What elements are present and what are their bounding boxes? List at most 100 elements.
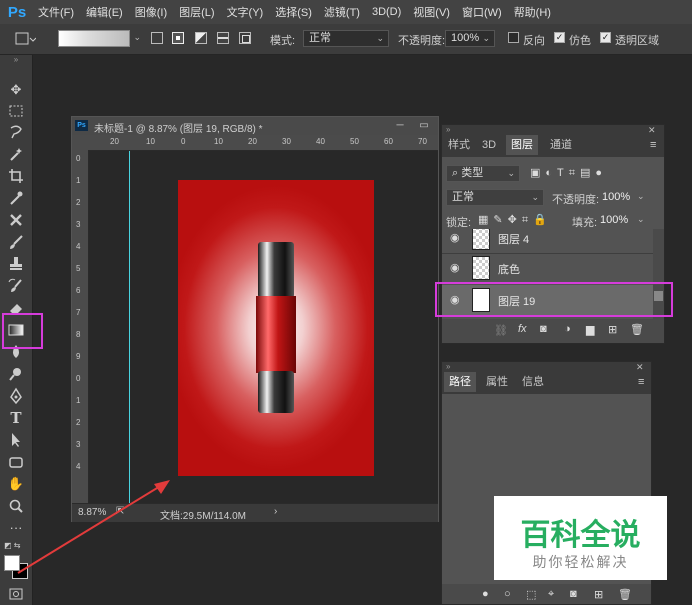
tab-properties[interactable]: 属性 <box>482 372 512 392</box>
healing-brush-tool-icon[interactable] <box>7 211 25 229</box>
hand-tool-icon[interactable]: ✋ <box>7 475 25 493</box>
reflected-gradient-button[interactable] <box>217 32 229 44</box>
horizontal-ruler[interactable]: 20 10 0 10 20 30 40 50 60 70 <box>88 135 438 151</box>
opacity-input[interactable]: 100% ⌄ <box>445 30 495 47</box>
dither-checkbox[interactable]: ✓ <box>554 32 565 43</box>
collapse-icon[interactable]: » <box>446 125 450 134</box>
share-icon[interactable]: ⇱ <box>116 506 124 517</box>
collapse-icon[interactable]: » <box>446 362 450 371</box>
make-path-icon[interactable]: ⌖ <box>548 588 554 601</box>
menu-file[interactable]: 文件(F) <box>32 4 80 20</box>
tool-preset-picker[interactable] <box>14 31 36 47</box>
menu-type[interactable]: 文字(Y) <box>221 4 270 20</box>
lock-icons[interactable]: ▦✎✥⌗🔒 <box>478 213 552 227</box>
tab-paths[interactable]: 路径 <box>444 372 476 392</box>
move-tool-icon[interactable]: ✥ <box>7 81 25 99</box>
foreground-color-swatch[interactable] <box>4 555 20 571</box>
gradient-picker[interactable]: ⌄ <box>58 30 141 47</box>
menu-filter[interactable]: 滤镜(T) <box>318 4 366 20</box>
rectangle-tool-icon[interactable] <box>7 453 25 471</box>
radial-gradient-button[interactable] <box>172 32 184 44</box>
menu-layer[interactable]: 图层(L) <box>173 4 220 20</box>
filter-icons[interactable]: ▣◐T⌗▤● <box>530 166 607 180</box>
linear-gradient-button[interactable] <box>151 32 163 44</box>
blend-mode-dropdown[interactable]: 正常 ⌄ <box>446 189 544 206</box>
pen-tool-icon[interactable] <box>7 387 25 405</box>
marquee-tool-icon[interactable] <box>7 102 25 120</box>
more-tools-icon[interactable]: ··· <box>7 519 25 537</box>
transparency-checkbox[interactable]: ✓ <box>600 32 611 43</box>
new-layer-icon[interactable]: ⊞ <box>608 323 617 336</box>
mask-icon[interactable]: ◙ <box>570 588 577 600</box>
layer-opacity-value[interactable]: 100% <box>602 191 630 203</box>
trash-icon[interactable]: 🗑 <box>618 588 632 601</box>
canvas-area[interactable] <box>89 151 438 503</box>
menu-help[interactable]: 帮助(H) <box>508 4 557 20</box>
tab-info[interactable]: 信息 <box>518 372 548 392</box>
close-icon[interactable]: ✕ <box>636 362 644 373</box>
tab-channels[interactable]: 通道 <box>546 135 576 155</box>
angle-gradient-button[interactable] <box>195 32 207 44</box>
minimize-icon[interactable]: ─ <box>390 119 410 133</box>
brush-tool-icon[interactable] <box>7 233 25 251</box>
mask-icon[interactable]: ◙ <box>540 323 547 335</box>
swap-colors-icon[interactable]: ◩ ⇆ <box>4 541 28 553</box>
fill-value[interactable]: 100% <box>600 214 628 226</box>
path-selection-tool-icon[interactable] <box>7 431 25 449</box>
folder-icon[interactable]: ▆ <box>586 323 594 336</box>
quick-mask-icon[interactable] <box>9 588 23 600</box>
menu-3d[interactable]: 3D(D) <box>366 6 407 18</box>
crop-tool-icon[interactable] <box>7 167 25 185</box>
maximize-icon[interactable]: ▭ <box>414 119 434 133</box>
artboard[interactable] <box>178 180 374 476</box>
chevron-down-icon[interactable]: ⌄ <box>637 191 645 202</box>
history-brush-tool-icon[interactable] <box>7 277 25 295</box>
clone-stamp-tool-icon[interactable] <box>7 255 25 273</box>
link-icon[interactable]: ⛓ <box>494 324 508 337</box>
collapse-icon[interactable]: » <box>7 55 25 65</box>
load-selection-icon[interactable]: ⬚ <box>526 588 536 601</box>
chevron-down-icon[interactable]: ⌄ <box>133 32 141 43</box>
ruler-origin[interactable] <box>72 135 88 150</box>
menu-edit[interactable]: 编辑(E) <box>80 4 129 20</box>
trash-icon[interactable]: 🗑 <box>630 323 644 336</box>
menu-select[interactable]: 选择(S) <box>269 4 318 20</box>
menu-window[interactable]: 窗口(W) <box>456 4 508 20</box>
tab-layers[interactable]: 图层 <box>506 135 538 155</box>
chevron-right-icon[interactable]: › <box>274 506 277 517</box>
layer-row[interactable]: ◉ 图层 4 <box>442 229 653 254</box>
mode-dropdown[interactable]: 正常 ⌄ <box>303 30 389 47</box>
eye-icon[interactable]: ◉ <box>450 261 460 274</box>
zoom-tool-icon[interactable] <box>7 497 25 515</box>
tab-styles[interactable]: 样式 <box>444 135 474 155</box>
chevron-down-icon[interactable]: ⌄ <box>637 214 645 225</box>
menu-view[interactable]: 视图(V) <box>407 4 456 20</box>
layer-filter-dropdown[interactable]: ⌕ 类型 ⌄ <box>446 165 520 182</box>
menu-image[interactable]: 图像(I) <box>129 4 173 20</box>
stroke-path-icon[interactable]: ○ <box>504 588 511 600</box>
diamond-gradient-button[interactable] <box>239 32 251 44</box>
adjustment-icon[interactable]: ◑ <box>564 323 571 335</box>
guide-line[interactable] <box>129 151 130 503</box>
layer-row[interactable]: ◉ 底色 <box>442 253 653 284</box>
new-path-icon[interactable]: ⊞ <box>594 588 603 601</box>
fill-path-icon[interactable]: ● <box>482 588 489 600</box>
zoom-level[interactable]: 8.87% <box>78 507 106 518</box>
vertical-ruler[interactable]: 0 1 2 3 4 5 6 7 8 9 0 1 2 3 4 <box>72 150 89 503</box>
fx-icon[interactable]: fx <box>518 323 527 335</box>
eye-icon[interactable]: ◉ <box>450 231 460 244</box>
panel-menu-icon[interactable]: ≡ <box>650 139 656 151</box>
type-tool-icon[interactable]: T <box>7 409 25 427</box>
dodge-tool-icon[interactable] <box>7 365 25 383</box>
layer-highlight <box>435 282 673 317</box>
eyedropper-tool-icon[interactable] <box>7 189 25 207</box>
close-icon[interactable]: ✕ <box>648 125 656 136</box>
layer-opacity-label: 不透明度: <box>552 194 600 206</box>
reverse-checkbox[interactable] <box>508 32 519 43</box>
ruler-tick: 3 <box>76 440 81 449</box>
magic-wand-tool-icon[interactable] <box>7 145 25 163</box>
lasso-tool-icon[interactable] <box>7 123 25 141</box>
ruler-tick: 10 <box>146 137 155 146</box>
panel-menu-icon[interactable]: ≡ <box>638 376 644 388</box>
tab-3d[interactable]: 3D <box>478 135 500 155</box>
